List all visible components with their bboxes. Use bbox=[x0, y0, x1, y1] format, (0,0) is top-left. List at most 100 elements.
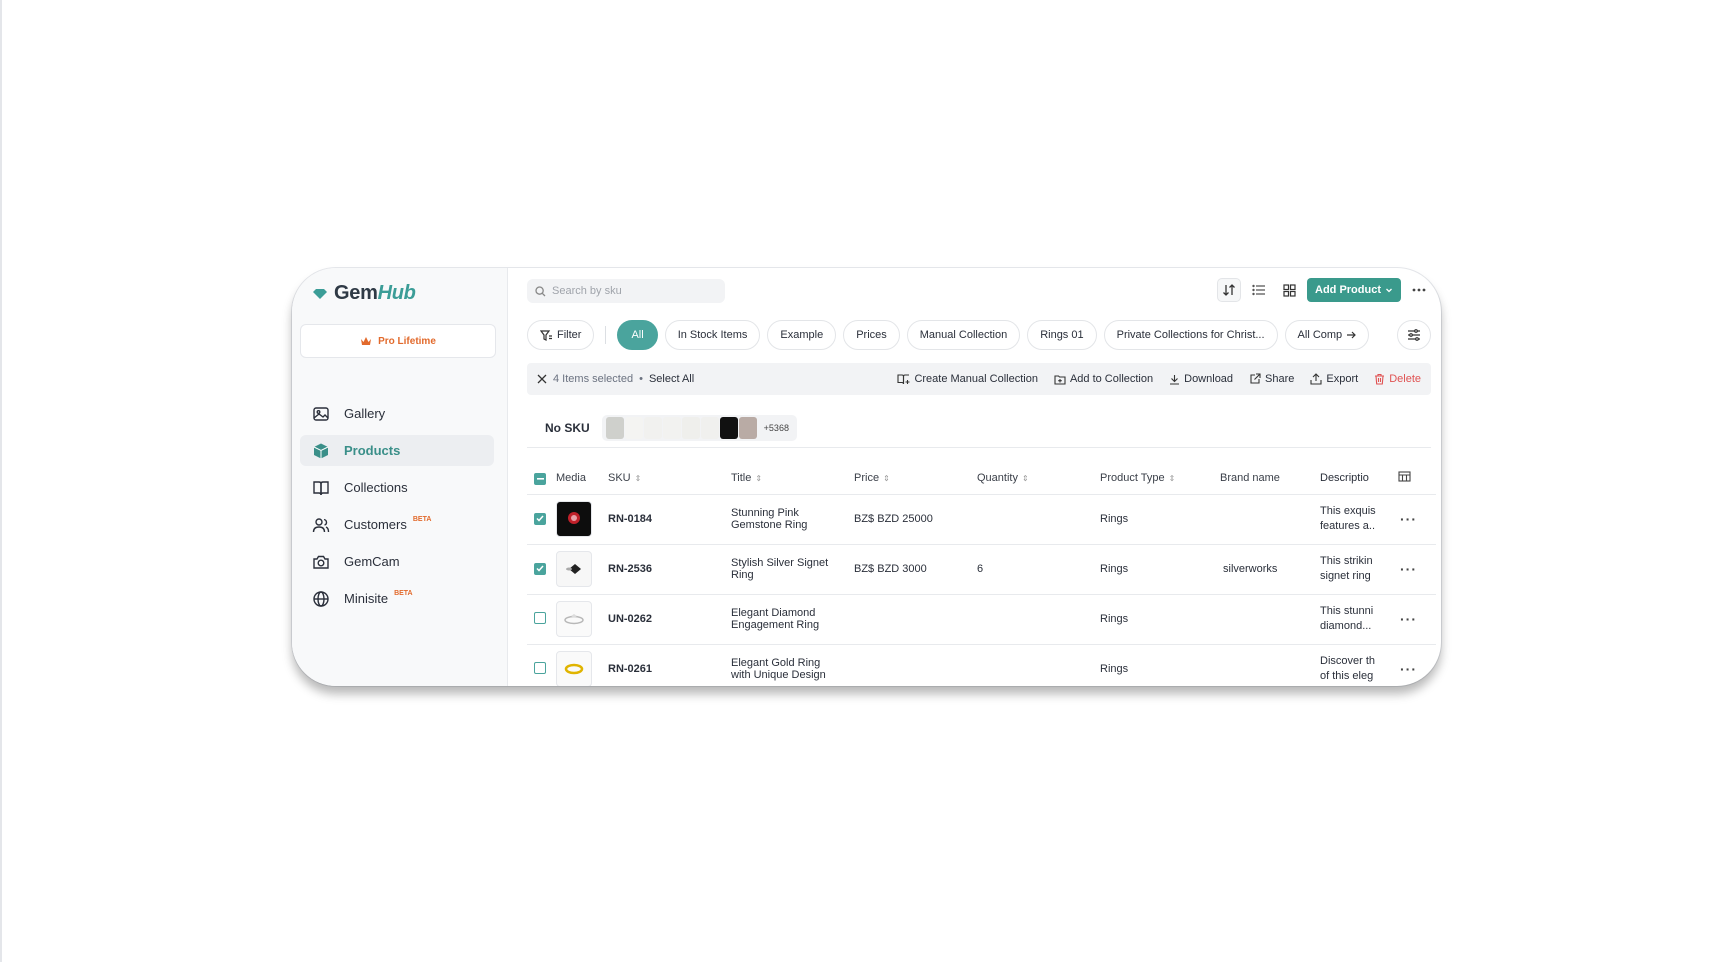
thumbnail bbox=[605, 416, 624, 439]
product-type-cell: Rings bbox=[1100, 544, 1220, 595]
column-header-sku[interactable]: SKU ⇕ bbox=[608, 463, 731, 495]
more-options-button[interactable] bbox=[1407, 278, 1431, 302]
column-header-product-type[interactable]: Product Type ⇕ bbox=[1100, 463, 1220, 495]
sku-cell: RN-0261 bbox=[608, 644, 731, 686]
row-more-icon[interactable]: ··· bbox=[1400, 611, 1417, 627]
sort-button[interactable] bbox=[1217, 278, 1241, 302]
list-icon bbox=[1252, 284, 1265, 296]
description-cell: Discover th of this eleg bbox=[1320, 644, 1386, 686]
trash-icon bbox=[1375, 373, 1385, 385]
sidebar-item-minisite[interactable]: Minisite BETA bbox=[300, 583, 494, 614]
no-sku-group[interactable]: No SKU +5368 bbox=[527, 408, 1431, 448]
product-type-cell: Rings bbox=[1100, 494, 1220, 545]
sort-icon: ⇕ bbox=[1168, 474, 1176, 484]
camera-icon bbox=[313, 555, 329, 569]
product-thumbnail[interactable] bbox=[556, 551, 592, 587]
sidebar-item-label: Products bbox=[344, 443, 401, 458]
close-icon[interactable] bbox=[537, 374, 547, 384]
add-to-collection-button[interactable]: Add to Collection bbox=[1054, 373, 1153, 385]
products-table: Media SKU ⇕ Title ⇕ Price ⇕ Quantity ⇕ Produ… bbox=[527, 463, 1436, 686]
image-icon bbox=[313, 406, 329, 421]
sidebar-item-label: Gallery bbox=[344, 406, 386, 421]
add-product-button[interactable]: Add Product bbox=[1307, 278, 1401, 302]
thumbnail bbox=[662, 416, 681, 439]
column-header-title[interactable]: Title ⇕ bbox=[731, 463, 854, 495]
sidebar-item-products[interactable]: Products bbox=[300, 435, 494, 466]
thumbnail bbox=[624, 416, 643, 439]
columns-icon[interactable] bbox=[1398, 471, 1411, 482]
list-view-button[interactable] bbox=[1247, 278, 1271, 302]
filter-label: Filter bbox=[557, 329, 582, 341]
beta-badge: BETA bbox=[394, 590, 413, 597]
table-row[interactable]: RN-2536 Stylish Silver Signet Ring BZ$ BZ… bbox=[527, 544, 1436, 595]
search-bar[interactable] bbox=[527, 279, 725, 303]
sidebar-item-label: GemCam bbox=[344, 554, 400, 569]
export-button[interactable]: Export bbox=[1310, 373, 1358, 385]
page: GemHub Pro Lifetime Gallery Products Col… bbox=[0, 0, 1726, 962]
share-button[interactable]: Share bbox=[1249, 373, 1294, 385]
sidebar-item-gallery[interactable]: Gallery bbox=[300, 398, 494, 429]
beta-badge: BETA bbox=[412, 516, 432, 523]
export-label: Export bbox=[1326, 373, 1359, 385]
quantity-cell: 6 bbox=[977, 544, 1100, 595]
logo-text-hub: Hub bbox=[377, 282, 416, 304]
book-plus-icon bbox=[897, 374, 910, 385]
column-header-quantity[interactable]: Quantity ⇕ bbox=[977, 463, 1100, 495]
filter-button[interactable]: Filter bbox=[527, 320, 595, 350]
product-thumbnail[interactable] bbox=[556, 501, 592, 537]
column-header-brand: Brand name bbox=[1220, 463, 1320, 495]
delete-button[interactable]: Delete bbox=[1374, 373, 1421, 385]
export-icon bbox=[1310, 373, 1322, 385]
thumbnail bbox=[738, 416, 757, 439]
row-more-icon[interactable]: ··· bbox=[1400, 561, 1417, 577]
select-all-checkbox[interactable] bbox=[534, 473, 546, 486]
select-all-link[interactable]: Select All bbox=[649, 373, 694, 385]
column-header-price[interactable]: Price ⇕ bbox=[854, 463, 977, 495]
filter-icon bbox=[540, 329, 552, 341]
logo-text-gem: Gem bbox=[334, 282, 378, 304]
title-cell: Elegant Gold Ring with Unique Design bbox=[731, 644, 854, 686]
grid-view-button[interactable] bbox=[1277, 278, 1301, 302]
sidebar-item-gemcam[interactable]: GemCam bbox=[300, 546, 494, 577]
tab-private-collections[interactable]: Private Collections for Christ... bbox=[1103, 320, 1278, 350]
tab-prices[interactable]: Prices bbox=[843, 320, 900, 350]
gem-logo-icon bbox=[313, 288, 327, 299]
tab-example[interactable]: Example bbox=[767, 320, 837, 350]
sku-cell: UN-0262 bbox=[608, 594, 731, 645]
row-checkbox[interactable] bbox=[534, 562, 546, 575]
row-checkbox[interactable] bbox=[534, 661, 546, 674]
logo[interactable]: GemHub bbox=[312, 282, 416, 305]
table-row[interactable]: UN-0262 Elegant Diamond Engagement Ring R… bbox=[527, 594, 1436, 645]
download-button[interactable]: Download bbox=[1169, 373, 1233, 385]
tab-manual-collection[interactable]: Manual Collection bbox=[906, 320, 1021, 350]
tab-all-comp[interactable]: All Comp bbox=[1284, 320, 1370, 350]
sidebar-item-customers[interactable]: Customers BETA bbox=[300, 509, 494, 540]
tab-settings-button[interactable] bbox=[1397, 320, 1431, 350]
pro-lifetime-badge[interactable]: Pro Lifetime bbox=[300, 324, 496, 358]
table-row[interactable]: RN-0184 Stunning Pink Gemstone Ring BZ$ B… bbox=[527, 494, 1436, 545]
product-type-cell: Rings bbox=[1100, 594, 1220, 645]
brand-cell bbox=[1220, 594, 1320, 645]
row-checkbox[interactable] bbox=[534, 512, 546, 525]
search-icon bbox=[535, 285, 546, 296]
tab-in-stock-items[interactable]: In Stock Items bbox=[664, 320, 761, 350]
search-input[interactable] bbox=[552, 285, 712, 297]
row-more-icon[interactable]: ··· bbox=[1400, 661, 1417, 677]
no-sku-thumbnails[interactable]: +5368 bbox=[601, 414, 797, 441]
table-row[interactable]: RN-0261 Elegant Gold Ring with Unique Des… bbox=[527, 644, 1436, 686]
product-thumbnail[interactable] bbox=[556, 601, 592, 637]
product-thumbnail[interactable] bbox=[556, 651, 592, 686]
row-more-icon[interactable]: ··· bbox=[1400, 511, 1417, 527]
pro-lifetime-label: Pro Lifetime bbox=[378, 335, 436, 347]
row-checkbox[interactable] bbox=[534, 611, 546, 624]
create-manual-collection-button[interactable]: Create Manual Collection bbox=[897, 373, 1038, 385]
no-sku-label: No SKU bbox=[545, 420, 590, 435]
sidebar-item-label: Collections bbox=[344, 480, 408, 495]
tab-rings-01[interactable]: Rings 01 bbox=[1027, 320, 1097, 350]
main-content: Add Product Filter All In Stock Items Ex… bbox=[508, 268, 1441, 686]
top-toolbar: Add Product bbox=[1217, 278, 1431, 302]
users-icon bbox=[312, 517, 330, 532]
sidebar-item-collections[interactable]: Collections bbox=[300, 472, 494, 503]
tab-all[interactable]: All bbox=[617, 320, 658, 350]
sliders-icon bbox=[1408, 329, 1420, 341]
